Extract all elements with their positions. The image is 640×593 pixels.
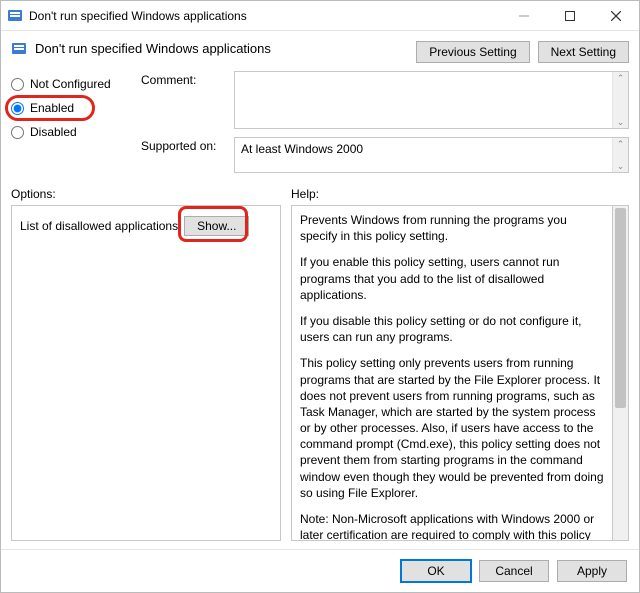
app-icon xyxy=(7,8,23,24)
help-paragraph: Note: Non-Microsoft applications with Wi… xyxy=(300,511,604,541)
supported-field: Supported on: At least Windows 2000 ⌃⌄ xyxy=(141,137,629,173)
show-button[interactable]: Show... xyxy=(184,216,249,236)
help-paragraph: This policy setting only prevents users … xyxy=(300,355,604,501)
comment-scrollbar[interactable]: ⌃⌄ xyxy=(612,72,628,128)
disallowed-list-row: List of disallowed applications Show... xyxy=(20,216,272,236)
help-wrap: Prevents Windows from running the progra… xyxy=(291,205,629,541)
next-setting-button[interactable]: Next Setting xyxy=(538,41,629,63)
minimize-button[interactable] xyxy=(501,1,547,31)
radio-enabled-input[interactable] xyxy=(11,102,24,115)
section-labels: Options: Help: xyxy=(1,181,639,205)
dialog-header: Don't run specified Windows applications… xyxy=(1,31,639,67)
help-scrollbar[interactable] xyxy=(613,205,629,541)
radio-enabled[interactable]: Enabled xyxy=(11,101,141,115)
help-paragraph: If you disable this policy setting or do… xyxy=(300,313,604,345)
supported-value: At least Windows 2000 xyxy=(235,138,612,172)
comment-label: Comment: xyxy=(141,71,226,87)
radio-disabled[interactable]: Disabled xyxy=(11,125,141,139)
disallowed-list-label: List of disallowed applications xyxy=(20,219,178,233)
comment-value xyxy=(235,72,612,128)
radio-disabled-label: Disabled xyxy=(30,125,77,139)
radio-not-configured[interactable]: Not Configured xyxy=(11,77,141,91)
title-bar: Don't run specified Windows applications xyxy=(1,1,639,31)
close-button[interactable] xyxy=(593,1,639,31)
help-section-label: Help: xyxy=(291,187,629,201)
dialog-footer: OK Cancel Apply xyxy=(1,549,639,592)
supported-box: At least Windows 2000 ⌃⌄ xyxy=(234,137,629,173)
config-area: Not Configured Enabled Disabled Comment:… xyxy=(1,67,639,181)
panels: List of disallowed applications Show... … xyxy=(1,205,639,549)
cancel-button[interactable]: Cancel xyxy=(479,560,549,582)
options-section-label: Options: xyxy=(11,187,281,201)
radio-enabled-label: Enabled xyxy=(30,101,74,115)
help-scrollbar-thumb[interactable] xyxy=(615,208,626,408)
maximize-button[interactable] xyxy=(547,1,593,31)
comment-field: Comment: ⌃⌄ xyxy=(141,71,629,129)
apply-button[interactable]: Apply xyxy=(557,560,627,582)
policy-icon xyxy=(11,41,27,57)
policy-title: Don't run specified Windows applications xyxy=(35,39,416,56)
help-paragraph: If you enable this policy setting, users… xyxy=(300,254,604,303)
previous-setting-button[interactable]: Previous Setting xyxy=(416,41,529,63)
help-paragraph: Prevents Windows from running the progra… xyxy=(300,212,604,244)
help-panel: Prevents Windows from running the progra… xyxy=(291,205,613,541)
comment-textarea[interactable]: ⌃⌄ xyxy=(234,71,629,129)
radio-not-configured-input[interactable] xyxy=(11,78,24,91)
radio-not-configured-label: Not Configured xyxy=(30,77,111,91)
radio-disabled-input[interactable] xyxy=(11,126,24,139)
ok-button[interactable]: OK xyxy=(401,560,471,582)
supported-scrollbar[interactable]: ⌃⌄ xyxy=(612,138,628,172)
options-panel: List of disallowed applications Show... xyxy=(11,205,281,541)
dialog-window: Don't run specified Windows applications… xyxy=(0,0,640,593)
state-radio-group: Not Configured Enabled Disabled xyxy=(11,71,141,173)
supported-label: Supported on: xyxy=(141,137,226,153)
window-title: Don't run specified Windows applications xyxy=(29,9,247,23)
